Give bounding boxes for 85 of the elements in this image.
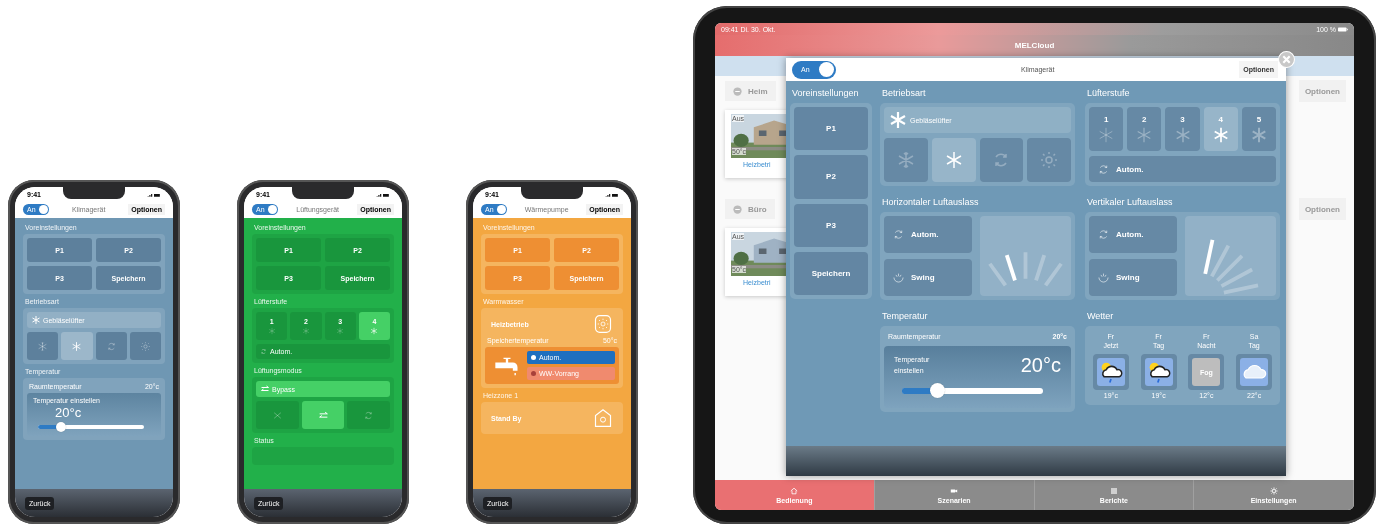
vane-position-line[interactable] bbox=[988, 262, 1007, 287]
cross-icon bbox=[271, 409, 283, 421]
vane-position-line[interactable] bbox=[1203, 239, 1215, 275]
sun-icon bbox=[1039, 150, 1060, 170]
fan-speed-button[interactable]: 2 bbox=[1127, 107, 1162, 151]
swing-button[interactable]: Swing bbox=[1089, 259, 1177, 296]
preset-button[interactable]: P2 bbox=[794, 155, 868, 199]
mode-button[interactable] bbox=[884, 138, 928, 182]
auto-button[interactable]: Autom. bbox=[1089, 156, 1276, 182]
swing-icon bbox=[892, 271, 905, 284]
preset-button[interactable]: P3 bbox=[794, 203, 868, 247]
home-icon bbox=[790, 486, 799, 495]
mode-button[interactable] bbox=[979, 138, 1024, 182]
signal-icon bbox=[376, 191, 390, 197]
bypass-icon bbox=[317, 409, 329, 421]
signal-icon bbox=[147, 191, 161, 197]
cycle-icon bbox=[1097, 228, 1110, 241]
mode-button[interactable] bbox=[61, 332, 93, 360]
snowflake-icon bbox=[37, 340, 49, 352]
vane-position-line[interactable] bbox=[1044, 262, 1063, 287]
app-title: MELCloud bbox=[1014, 41, 1055, 50]
cycle-icon bbox=[363, 409, 375, 421]
vane-position-line[interactable] bbox=[1210, 244, 1231, 278]
mode-button[interactable] bbox=[95, 332, 127, 360]
bypass-icon bbox=[260, 384, 270, 394]
asterisk-icon bbox=[888, 110, 908, 130]
notch bbox=[521, 187, 583, 199]
auto-button[interactable]: Autom. bbox=[1089, 216, 1177, 253]
asterisk-icon bbox=[301, 326, 310, 335]
minus-icon bbox=[733, 86, 742, 96]
notch bbox=[63, 187, 125, 199]
heater-icon bbox=[593, 314, 613, 334]
section-title: Temperatur bbox=[882, 310, 929, 323]
mode-button[interactable] bbox=[347, 401, 390, 429]
section-title: Vertikaler Luftauslass bbox=[1087, 196, 1174, 209]
swing-button[interactable]: Swing bbox=[884, 259, 972, 296]
camera-icon bbox=[950, 486, 959, 495]
section-title: Horizontaler Luftauslass bbox=[882, 196, 980, 209]
section-title: Voreinstellungen bbox=[792, 87, 860, 100]
set-temperature-value: 20°c bbox=[1020, 354, 1061, 377]
minus-icon bbox=[733, 204, 742, 214]
signal-icon bbox=[605, 191, 619, 197]
mode-button[interactable] bbox=[129, 332, 161, 360]
preset-button[interactable]: P1 bbox=[794, 107, 868, 151]
swing-icon bbox=[1097, 271, 1110, 284]
asterisk-icon bbox=[31, 315, 41, 325]
asterisk-icon bbox=[71, 340, 83, 352]
auto-button[interactable]: Autom. bbox=[884, 216, 972, 253]
cycle-icon bbox=[1097, 162, 1110, 176]
asterisk-icon bbox=[370, 326, 379, 335]
mode-button[interactable] bbox=[301, 401, 345, 429]
close-icon[interactable] bbox=[1278, 51, 1295, 68]
vane-position-line[interactable] bbox=[1223, 283, 1259, 295]
fan-speed-button[interactable]: 4 bbox=[1203, 107, 1238, 151]
battery-icon bbox=[1338, 26, 1348, 32]
set-temperature-value: 20°c bbox=[55, 405, 83, 420]
notch bbox=[292, 187, 354, 199]
gear-icon bbox=[1269, 486, 1278, 495]
cycle-icon bbox=[105, 340, 117, 352]
asterisk-icon bbox=[267, 326, 276, 335]
group-header[interactable]: Büro bbox=[725, 199, 775, 219]
section-title: Betriebsart bbox=[882, 87, 927, 100]
house-icon bbox=[593, 408, 613, 428]
grid-icon bbox=[1109, 486, 1118, 495]
section-title: Wetter bbox=[1087, 310, 1115, 323]
vane-position-line[interactable] bbox=[1216, 254, 1244, 282]
vane-position-line[interactable] bbox=[1034, 254, 1047, 281]
cycle-icon bbox=[260, 348, 267, 355]
mode-button[interactable] bbox=[256, 401, 299, 429]
sun-icon bbox=[139, 340, 151, 352]
vane-position-line[interactable] bbox=[1220, 267, 1253, 288]
mode-button[interactable] bbox=[931, 138, 976, 182]
preset-button[interactable]: Speichern bbox=[794, 251, 868, 295]
asterisk-icon bbox=[336, 326, 345, 335]
section-title: Lüfterstufe bbox=[1087, 87, 1131, 100]
fan-speed-button[interactable]: 3 bbox=[1165, 107, 1200, 151]
options-button[interactable]: Optionen bbox=[1298, 80, 1346, 102]
mode-button[interactable] bbox=[1027, 138, 1071, 182]
vane-position-line[interactable] bbox=[1004, 254, 1017, 281]
mode-button[interactable] bbox=[27, 332, 59, 360]
group-header[interactable]: Heim bbox=[725, 81, 776, 101]
cycle-icon bbox=[892, 228, 905, 241]
options-button[interactable]: Optionen bbox=[1298, 198, 1346, 220]
fan-speed-button[interactable]: 1 bbox=[1089, 107, 1124, 151]
fan-speed-button[interactable]: 5 bbox=[1241, 107, 1276, 151]
